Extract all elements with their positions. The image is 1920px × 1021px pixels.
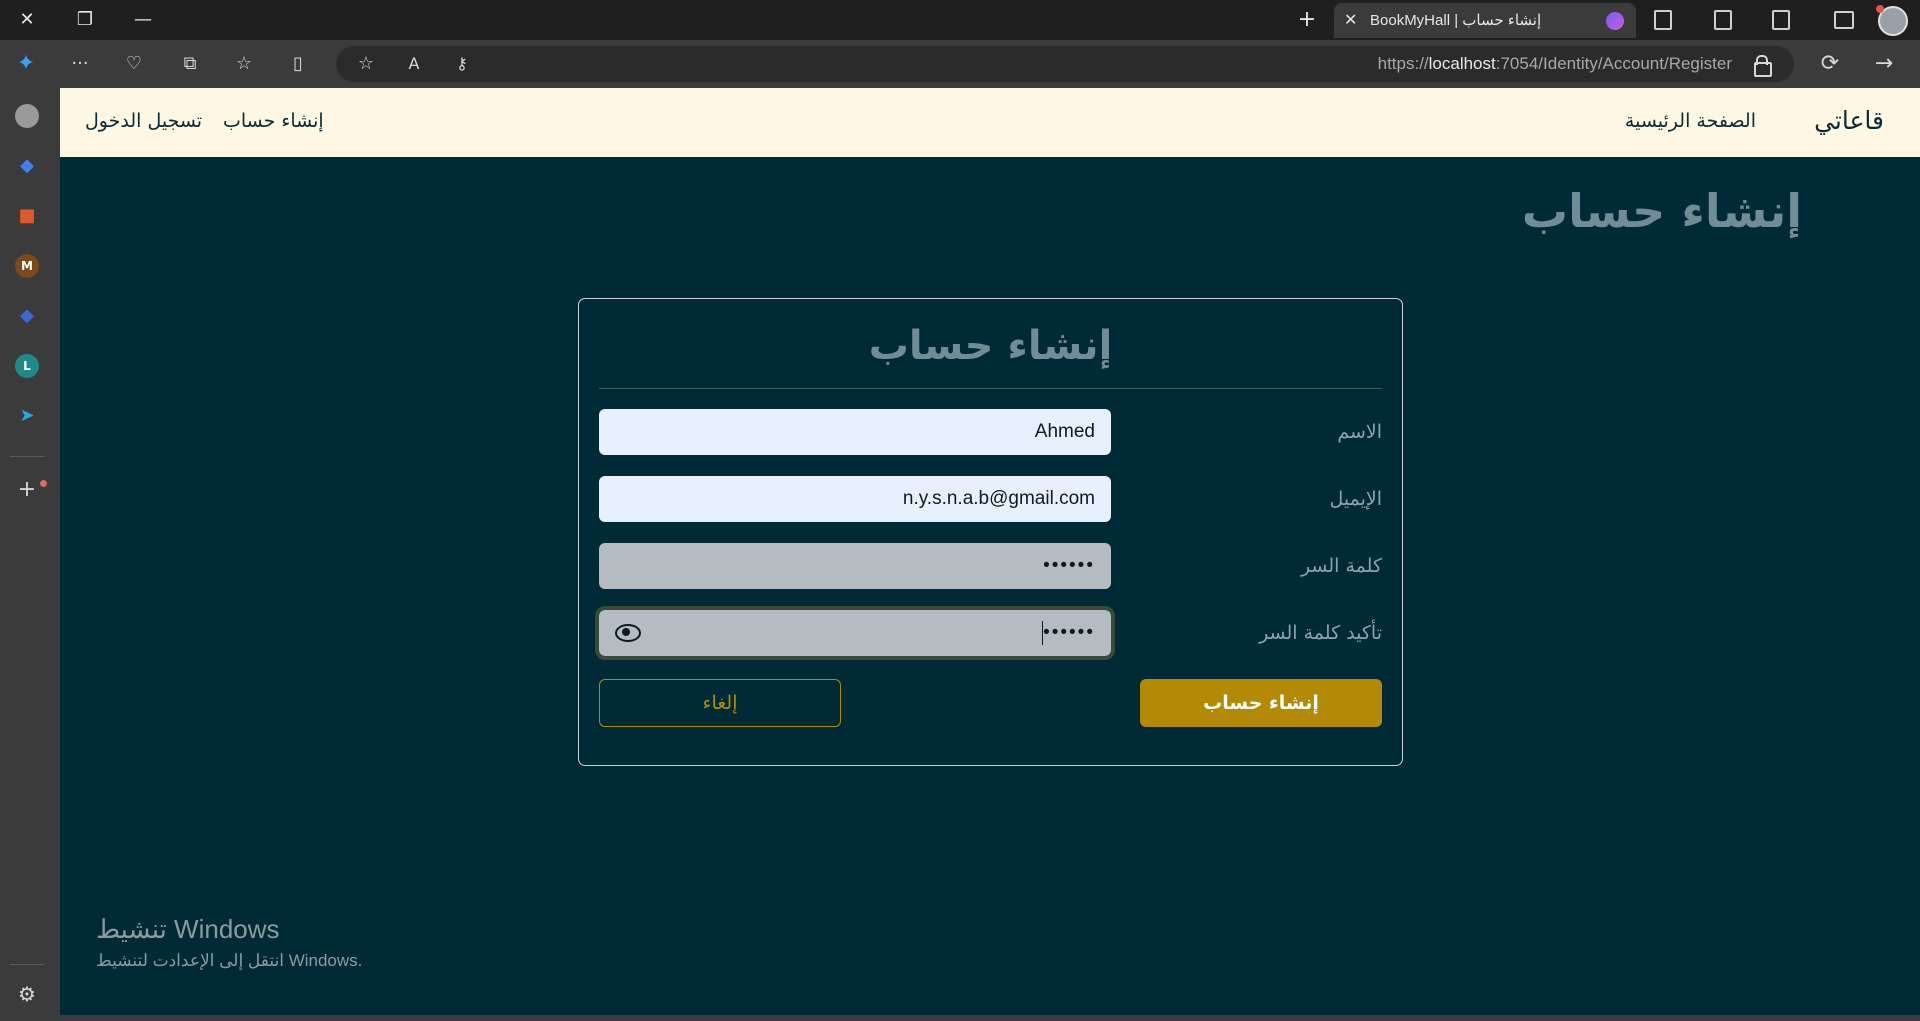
- new-tab-icon[interactable]: +: [1292, 6, 1322, 34]
- page-viewport: قاعاتي الصفحة الرئيسية إنشاء حساب تسجيل …: [60, 88, 1920, 1015]
- name-input[interactable]: Ahmed: [599, 409, 1111, 455]
- refresh-icon[interactable]: ⟳: [1816, 50, 1844, 78]
- url-path: :7054/Identity/Account/Register: [1495, 54, 1732, 73]
- password-label: كلمة السر: [1300, 555, 1382, 577]
- browser-sidebar: ◆ ■ M ◆ L ➤ + ⚙: [0, 88, 54, 1021]
- copilot-icon[interactable]: ✦: [12, 50, 40, 78]
- nav-login-link[interactable]: تسجيل الدخول: [85, 110, 202, 132]
- register-submit-button[interactable]: إنشاء حساب: [1140, 679, 1382, 727]
- email-label: الإيميل: [1329, 488, 1382, 510]
- notification-dot: [1876, 5, 1884, 13]
- confirm-password-value: ••••••: [1043, 622, 1095, 643]
- favorite-star-icon[interactable]: ☆: [352, 50, 380, 78]
- windows-activation-subtitle: انتقل إلى الإعدادت لتنشيط Windows.: [96, 951, 363, 970]
- tab-title: BookMyHall | إنشاء حساب: [1370, 12, 1542, 29]
- read-aloud-icon[interactable]: A: [400, 50, 428, 78]
- site-brand[interactable]: قاعاتي: [1814, 106, 1884, 135]
- confirm-password-label: تأكيد كلمة السر: [1259, 622, 1382, 644]
- sidebar-l-icon[interactable]: L: [15, 354, 39, 378]
- sidebar-app-icon[interactable]: [15, 104, 39, 128]
- reading-view-icon[interactable]: ▯: [284, 50, 312, 78]
- confirm-password-input[interactable]: ••••••: [595, 606, 1115, 660]
- active-tab[interactable]: ✕ BookMyHall | إنشاء حساب: [1334, 3, 1636, 38]
- windows-activation-title: تنشيط Windows: [96, 914, 280, 944]
- site-navbar: قاعاتي الصفحة الرئيسية إنشاء حساب تسجيل …: [60, 88, 1920, 157]
- sidebar-m-icon[interactable]: M: [15, 254, 39, 278]
- url-prefix: https://: [1377, 54, 1429, 73]
- tab-document-icon[interactable]: [1654, 10, 1672, 30]
- url-text[interactable]: https://localhost:7054/Identity/Account/…: [1378, 54, 1732, 74]
- forward-icon[interactable]: →: [1870, 50, 1898, 78]
- url-host: localhost: [1428, 54, 1496, 73]
- close-window-icon[interactable]: ✕: [12, 6, 42, 34]
- form-divider: [599, 388, 1382, 389]
- tab-favicon-icon: [1606, 12, 1624, 30]
- sidebar-notification-dot: [40, 480, 47, 487]
- sidebar-add-icon[interactable]: +: [15, 478, 39, 502]
- cancel-button[interactable]: إلغاء: [599, 679, 841, 727]
- sidebar-shopping-icon[interactable]: ◆: [15, 154, 39, 178]
- restore-window-icon[interactable]: ❐: [70, 6, 100, 34]
- browser-title-bar: ✕ ❐ — + ✕ BookMyHall | إنشاء حساب: [0, 0, 1920, 40]
- lock-icon[interactable]: [1754, 55, 1772, 77]
- sidebar-divider: [10, 456, 44, 457]
- page-title: إنشاء حساب: [1521, 184, 1802, 238]
- minimize-window-icon[interactable]: —: [128, 6, 158, 34]
- register-form-card: إنشاء حساب الاسم Ahmed الإيميل n.y.s.n.a…: [578, 298, 1403, 766]
- key-icon[interactable]: ⚷: [448, 50, 476, 78]
- show-password-eye-icon[interactable]: [615, 624, 641, 642]
- email-input[interactable]: n.y.s.n.a.b@gmail.com: [599, 476, 1111, 522]
- form-title: إنشاء حساب: [868, 323, 1113, 369]
- nav-home-link[interactable]: الصفحة الرئيسية: [1625, 110, 1756, 132]
- sidebar-office-icon[interactable]: ◆: [15, 304, 39, 328]
- split-screen-icon[interactable]: [1834, 11, 1854, 29]
- tab-document-icon[interactable]: [1772, 10, 1790, 30]
- settings-icon[interactable]: ⚙: [15, 982, 39, 1006]
- health-icon[interactable]: ♡: [120, 50, 148, 78]
- tab-close-icon[interactable]: ✕: [1344, 9, 1357, 31]
- name-label: الاسم: [1337, 421, 1382, 443]
- sidebar-telegram-icon[interactable]: ➤: [15, 404, 39, 428]
- collections-icon[interactable]: ⧉: [176, 50, 204, 78]
- sidebar-tools-icon[interactable]: ■: [15, 204, 39, 228]
- favorites-list-icon[interactable]: ☆: [230, 50, 258, 78]
- tab-document-icon[interactable]: [1714, 10, 1732, 30]
- password-input[interactable]: ••••••: [599, 543, 1111, 589]
- browser-toolbar: ✦ ··· ♡ ⧉ ☆ ▯ ☆ A ⚷ https://localhost:70…: [0, 40, 1920, 88]
- address-bar[interactable]: ☆ A ⚷ https://localhost:7054/Identity/Ac…: [336, 46, 1794, 82]
- more-options-icon[interactable]: ···: [66, 50, 94, 78]
- nav-register-link[interactable]: إنشاء حساب: [223, 110, 324, 132]
- sidebar-divider: [10, 964, 44, 965]
